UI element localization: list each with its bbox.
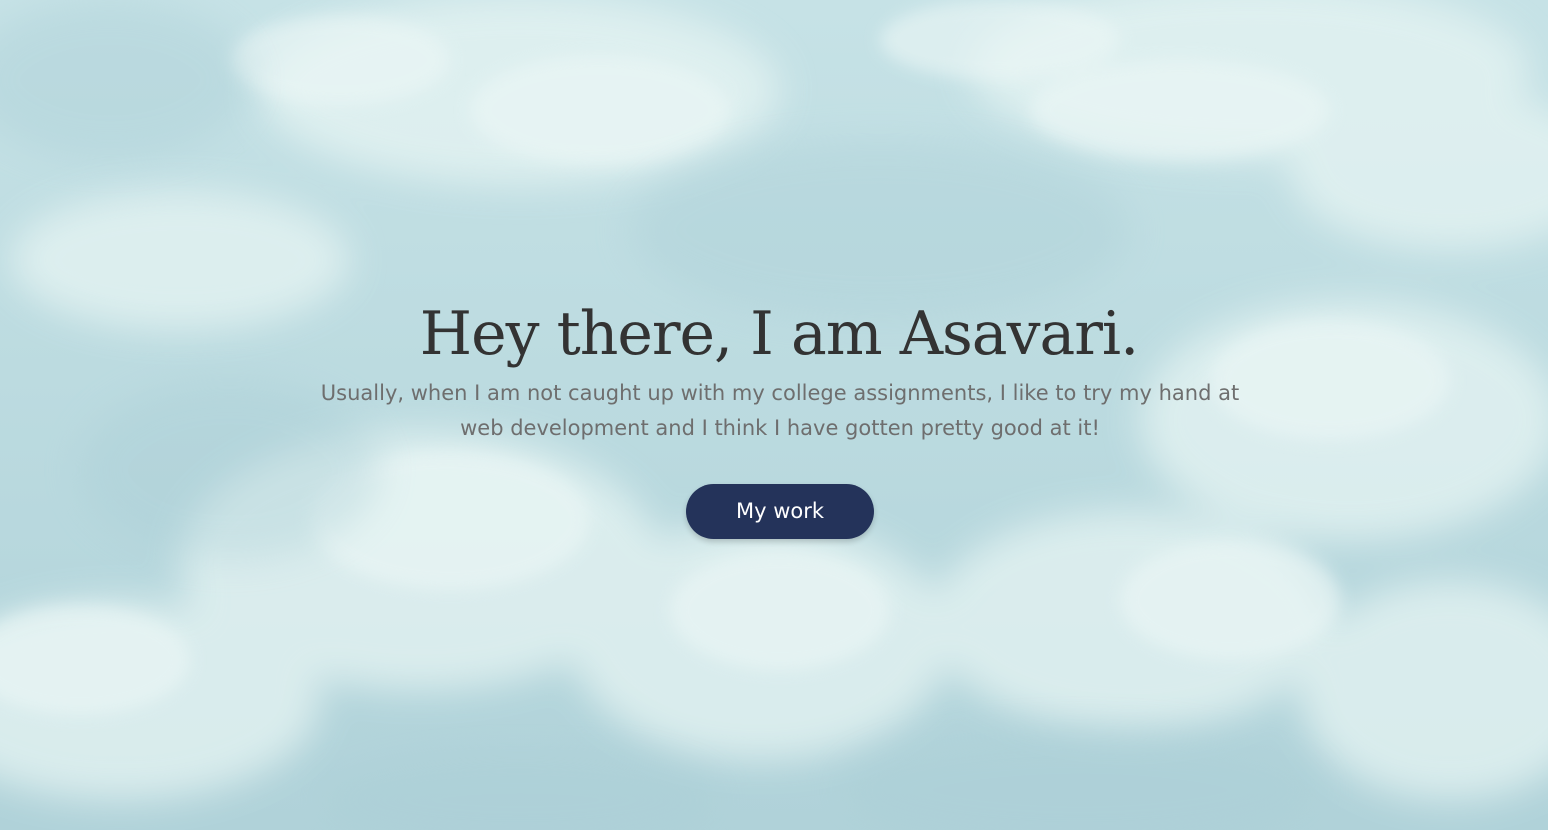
hero-subtitle: Usually, when I am not caught up with my… bbox=[320, 381, 1240, 440]
hero-headline: Hey there, I am Asavari. bbox=[419, 299, 1139, 369]
my-work-button[interactable]: My work bbox=[685, 484, 875, 539]
hero-section: Hey there, I am Asavari. Usually, when I… bbox=[0, 0, 1548, 830]
hero-content: Hey there, I am Asavari. Usually, when I… bbox=[0, 296, 1548, 539]
